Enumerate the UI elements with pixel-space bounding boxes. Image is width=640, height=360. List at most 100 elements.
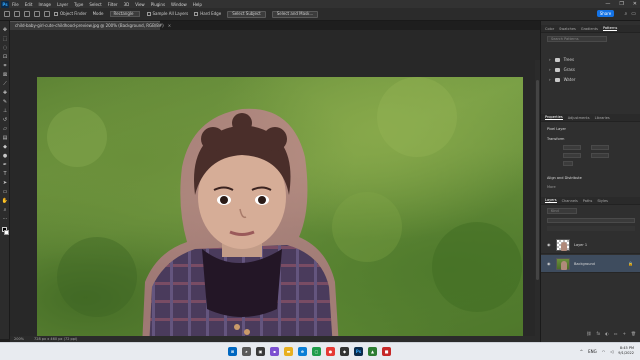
chevron-up-icon[interactable]: ^ — [580, 349, 583, 354]
tab-adjustments[interactable]: Adjustments — [568, 116, 590, 120]
dodge-tool-icon[interactable]: ● — [2, 153, 8, 159]
menu-window[interactable]: Window — [171, 2, 187, 7]
wifi-icon[interactable]: ◠ — [602, 349, 606, 354]
layer-filter-kind[interactable]: Kind — [547, 208, 577, 214]
tab-color[interactable]: Color — [545, 27, 554, 31]
new-layer-icon[interactable]: + — [623, 331, 626, 339]
search-icon[interactable]: ⌕ — [242, 347, 251, 356]
tab-properties[interactable]: Properties — [545, 115, 563, 120]
more-options-label[interactable]: More — [547, 185, 556, 189]
pattern-folder-trees[interactable]: › Trees — [549, 57, 574, 62]
photoshop-taskbar-icon[interactable]: Ps — [354, 347, 363, 356]
zoom-tool-icon[interactable]: ⌕ — [2, 207, 8, 213]
menu-help[interactable]: Help — [193, 2, 202, 7]
menu-image[interactable]: Image — [38, 2, 51, 7]
frame-tool-icon[interactable]: ⊠ — [2, 72, 8, 78]
close-tab-icon[interactable]: × — [168, 24, 171, 28]
pattern-folder-water[interactable]: › Water — [549, 77, 575, 82]
menu-3d[interactable]: 3D — [124, 2, 130, 7]
zoom-level[interactable]: 200% — [14, 337, 24, 341]
menu-filter[interactable]: Filter — [108, 2, 118, 7]
search-icon[interactable]: ⌕ — [624, 11, 627, 17]
clock[interactable]: 8:45 PM 9/1/2022 — [618, 346, 634, 356]
shape-tool-icon[interactable]: ▭ — [2, 189, 8, 195]
transform-angle-field[interactable] — [563, 161, 573, 166]
tab-libraries[interactable]: Libraries — [595, 116, 610, 120]
menu-plugins[interactable]: Plugins — [151, 2, 165, 7]
blur-tool-icon[interactable]: ◆ — [2, 144, 8, 150]
minimize-button[interactable]: — — [605, 1, 610, 7]
gradient-tool-icon[interactable]: ▤ — [2, 135, 8, 141]
chrome-icon[interactable]: ● — [326, 347, 335, 356]
app-icon[interactable]: ◆ — [340, 347, 349, 356]
hand-tool-icon[interactable]: ✋ — [2, 198, 8, 204]
store-icon[interactable]: ▢ — [312, 347, 321, 356]
document-tab[interactable]: child-baby-girl-cute-childhood-preview.j… — [10, 21, 171, 30]
object-finder-checkbox[interactable] — [54, 12, 58, 16]
tab-gradients[interactable]: Gradients — [581, 27, 598, 31]
close-window-button[interactable]: ✕ — [633, 1, 637, 7]
transform-height-field[interactable] — [591, 145, 609, 150]
app-icon[interactable]: ▲ — [368, 347, 377, 356]
sample-all-layers-checkbox[interactable] — [146, 12, 151, 16]
share-button[interactable]: Share — [597, 10, 614, 17]
tab-paths[interactable]: Paths — [583, 199, 593, 203]
subtract-selection-icon[interactable] — [44, 11, 50, 17]
transform-x-field[interactable] — [563, 153, 581, 158]
mode-select[interactable]: Rectangle — [109, 11, 140, 17]
menu-file[interactable]: File — [12, 2, 19, 7]
path-selection-icon[interactable]: ➤ — [2, 180, 8, 186]
more-tools-icon[interactable]: ⋯ — [2, 216, 8, 222]
menu-type[interactable]: Type — [74, 2, 83, 7]
image-canvas[interactable] — [37, 77, 523, 353]
object-selection-icon[interactable]: ⊡ — [2, 54, 8, 60]
lock-options-row[interactable] — [547, 226, 635, 231]
crop-tool-icon[interactable]: ⌗ — [2, 63, 8, 69]
move-tool-icon[interactable]: ✥ — [2, 27, 8, 33]
new-selection-icon[interactable] — [24, 11, 30, 17]
app-icon[interactable]: ■ — [382, 347, 391, 356]
patterns-search-input[interactable]: Search Patterns — [547, 36, 607, 42]
workspace-icon[interactable]: ▭ — [631, 11, 636, 17]
file-explorer-icon[interactable]: ▬ — [284, 347, 293, 356]
clone-stamp-icon[interactable]: ⊥ — [2, 108, 8, 114]
brush-tool-icon[interactable]: ✎ — [2, 99, 8, 105]
tab-layers[interactable]: Layers — [545, 198, 557, 203]
transform-heading[interactable]: Transform — [547, 137, 564, 141]
volume-icon[interactable]: ◁ — [610, 349, 613, 354]
select-and-mask-button[interactable]: Select and Mask... — [271, 10, 319, 18]
language-indicator[interactable]: ENG — [588, 349, 597, 354]
task-view-icon[interactable]: ▣ — [256, 347, 265, 356]
healing-brush-icon[interactable]: ✚ — [2, 90, 8, 96]
visibility-eye-icon[interactable]: ◉ — [547, 242, 552, 247]
blend-mode-select[interactable] — [547, 218, 635, 223]
maximize-button[interactable]: ❐ — [619, 1, 623, 7]
select-subject-button[interactable]: Select Subject — [227, 10, 266, 18]
scroll-thumb[interactable] — [536, 80, 539, 280]
layer-row-background[interactable]: ◉ Background 🔒 — [541, 255, 640, 273]
transform-y-field[interactable] — [591, 153, 609, 158]
home-icon[interactable] — [4, 11, 10, 17]
type-tool-icon[interactable]: T — [2, 171, 8, 177]
transform-width-field[interactable] — [563, 145, 581, 150]
menu-layer[interactable]: Layer — [57, 2, 68, 7]
history-brush-icon[interactable]: ↺ — [2, 117, 8, 123]
mask-icon[interactable]: ◐ — [605, 331, 609, 339]
pen-tool-icon[interactable]: ✒ — [2, 162, 8, 168]
add-selection-icon[interactable] — [34, 11, 40, 17]
visibility-eye-icon[interactable]: ◉ — [547, 261, 552, 266]
new-group-icon[interactable]: ▭ — [614, 331, 618, 339]
teams-chat-icon[interactable]: ▪ — [270, 347, 279, 356]
eyedropper-icon[interactable]: ⟋ — [2, 81, 8, 87]
tab-swatches[interactable]: Swatches — [559, 27, 576, 31]
menu-select[interactable]: Select — [89, 2, 101, 7]
layer-row-layer1[interactable]: ◉ Layer 1 — [541, 236, 640, 254]
eraser-icon[interactable]: ▱ — [2, 126, 8, 132]
layer-name[interactable]: Layer 1 — [574, 243, 587, 247]
pattern-folder-grass[interactable]: › Grass — [549, 67, 575, 72]
start-windows-icon[interactable]: ⊞ — [228, 347, 237, 356]
hard-edge-checkbox[interactable] — [194, 12, 199, 16]
object-selection-tool-icon[interactable] — [14, 11, 20, 17]
marquee-tool-icon[interactable]: ⬚ — [2, 36, 8, 42]
tab-patterns[interactable]: Patterns — [602, 26, 618, 31]
